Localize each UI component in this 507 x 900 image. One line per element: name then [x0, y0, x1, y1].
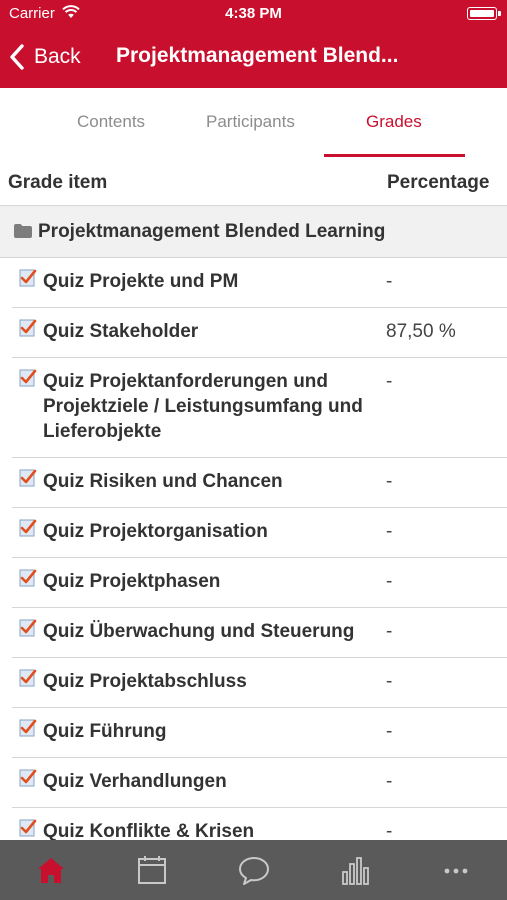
grade-item-name: Quiz Projektphasen [43, 571, 221, 592]
folder-icon [14, 224, 32, 238]
grade-item-name: Quiz Risiken und Chancen [43, 471, 283, 492]
back-button[interactable]: Back [8, 40, 81, 74]
grade-item-percentage: - [386, 471, 393, 492]
back-label: Back [34, 45, 81, 68]
grade-item-name: Quiz Projektabschluss [43, 671, 247, 692]
grades-chart-icon[interactable] [338, 854, 372, 886]
quiz-icon [19, 819, 37, 837]
messages-icon[interactable] [237, 854, 271, 886]
quiz-icon [19, 619, 37, 637]
grade-item-percentage: - [386, 521, 393, 542]
grade-item-row[interactable]: Quiz Stakeholder 87,50 % [12, 308, 507, 358]
navigation-bar: Back Projektmanagement Blend... [0, 28, 507, 88]
quiz-icon [19, 569, 37, 587]
grade-item-percentage: - [386, 721, 393, 742]
page-title: Projektmanagement Blend... [116, 44, 399, 67]
grade-item-row[interactable]: Quiz Überwachung und Steuerung - [12, 608, 507, 658]
quiz-icon [19, 269, 37, 287]
grade-item-percentage: - [386, 671, 393, 692]
bottom-tab-bar [0, 840, 507, 900]
grade-item-name: Quiz Projektanforderungen und Projektzie… [43, 371, 363, 442]
battery-icon [467, 7, 501, 20]
quiz-icon [19, 319, 37, 337]
grade-item-row[interactable]: Quiz Konflikte & Krisen - [12, 808, 507, 840]
calendar-icon[interactable] [135, 854, 169, 886]
category-title: Projektmanagement Blended Learning [38, 221, 386, 242]
chevron-left-icon [10, 44, 24, 70]
status-bar: Carrier 4:38 PM [0, 0, 507, 28]
grade-item-row[interactable]: Quiz Projektabschluss - [12, 658, 507, 708]
grade-item-row[interactable]: Quiz Risiken und Chancen - [12, 458, 507, 508]
tab-contents[interactable]: Contents [77, 112, 145, 132]
grade-category-row: Projektmanagement Blended Learning [0, 206, 507, 258]
grade-item-row[interactable]: Quiz Projektphasen - [12, 558, 507, 608]
tab-participants[interactable]: Participants [206, 112, 295, 132]
course-tabs: Contents Participants Grades [0, 88, 507, 158]
grade-item-row[interactable]: Quiz Verhandlungen - [12, 758, 507, 808]
column-header-grade-item: Grade item [8, 172, 108, 193]
quiz-icon [19, 669, 37, 687]
grade-item-percentage: - [386, 821, 393, 840]
grade-item-name: Quiz Projektorganisation [43, 521, 268, 542]
more-icon[interactable] [439, 854, 473, 886]
grades-table-header: Grade item Percentage [0, 158, 507, 206]
app-header: Carrier 4:38 PM Back Projektmanagement B… [0, 0, 507, 88]
grade-item-percentage: - [386, 271, 393, 292]
grade-item-percentage: - [386, 771, 393, 792]
quiz-icon [19, 369, 37, 387]
grade-item-percentage: - [386, 621, 393, 642]
grade-item-percentage: - [386, 371, 393, 392]
grade-item-name: Quiz Verhandlungen [43, 771, 227, 792]
home-icon[interactable] [34, 854, 68, 886]
column-header-percentage: Percentage [387, 172, 490, 193]
grade-item-row[interactable]: Quiz Projekte und PM - [12, 258, 507, 308]
active-tab-indicator [324, 154, 465, 157]
grade-item-percentage: - [386, 571, 393, 592]
grade-item-row[interactable]: Quiz Projektanforderungen und Projektzie… [12, 358, 507, 458]
grade-item-row[interactable]: Quiz Projektorganisation - [12, 508, 507, 558]
tab-grades[interactable]: Grades [366, 112, 422, 132]
quiz-icon [19, 719, 37, 737]
grade-item-name: Quiz Konflikte & Krisen [43, 821, 255, 840]
grade-item-name: Quiz Projekte und PM [43, 271, 239, 292]
status-time: 4:38 PM [225, 5, 282, 22]
grade-item-percentage: 87,50 % [386, 321, 456, 342]
quiz-icon [19, 769, 37, 787]
grade-item-name: Quiz Überwachung und Steuerung [43, 621, 355, 642]
grade-items-list: Quiz Projekte und PM - Quiz Stakeholder 87,… [0, 258, 507, 840]
quiz-icon [19, 519, 37, 537]
quiz-icon [19, 469, 37, 487]
grade-item-name: Quiz Führung [43, 721, 167, 742]
grade-item-row[interactable]: Quiz Führung - [12, 708, 507, 758]
